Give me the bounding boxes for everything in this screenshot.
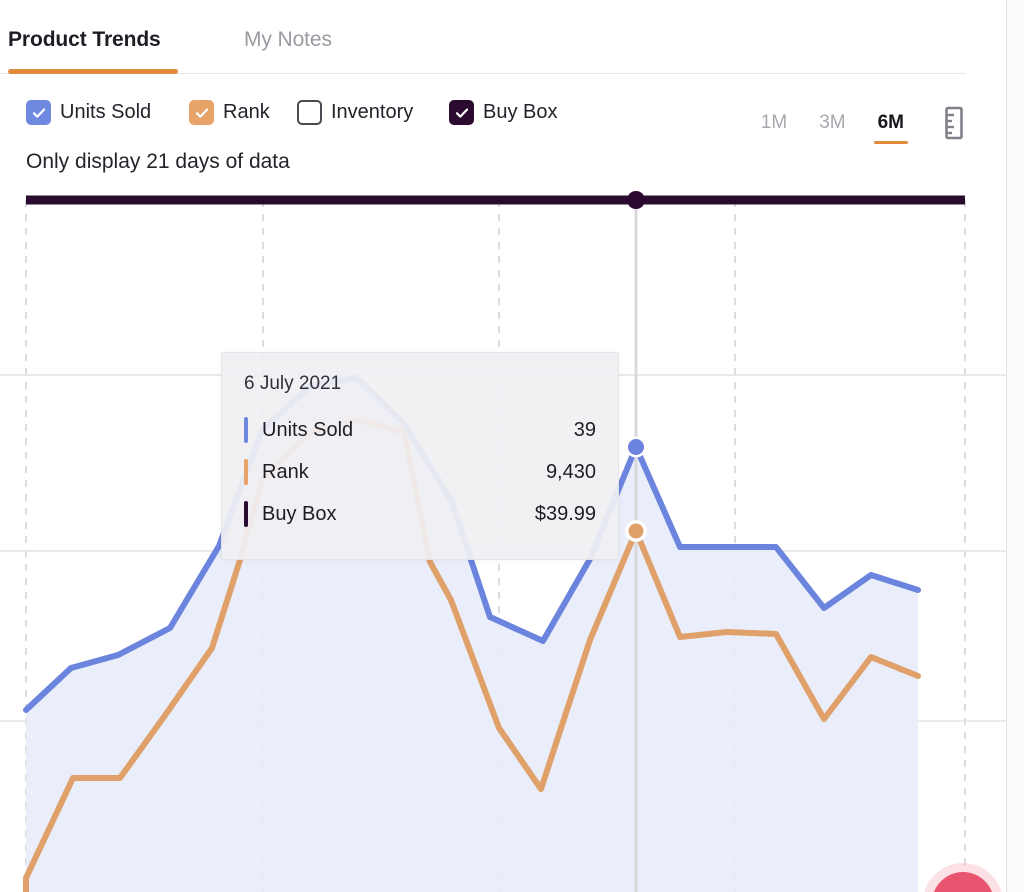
ruler-icon[interactable] <box>942 106 966 140</box>
legend-item-units-sold[interactable]: Units Sold <box>26 100 151 125</box>
series-legend: Units Sold Rank Inventory Buy Box 1M 3M … <box>0 100 1006 142</box>
legend-label-inventory: Inventory <box>331 101 413 124</box>
tooltip-swatch-buy-box <box>244 501 248 527</box>
tooltip-label-rank: Rank <box>262 461 309 484</box>
checkbox-checked-icon[interactable] <box>449 100 474 125</box>
tooltip-label-units-sold: Units Sold <box>262 419 353 442</box>
tooltip-value-rank: 9,430 <box>546 461 596 484</box>
vertical-scrollbar[interactable] <box>1006 0 1024 892</box>
rank-hover-marker <box>629 524 644 539</box>
legend-label-buy-box: Buy Box <box>483 101 557 124</box>
range-button-1m[interactable]: 1M <box>745 112 803 134</box>
time-range-selector: 1M 3M 6M <box>745 106 966 140</box>
tooltip-row-buy-box: Buy Box $39.99 <box>244 493 596 535</box>
range-button-3m[interactable]: 3M <box>803 112 861 134</box>
tab-product-trends[interactable]: Product Trends <box>8 28 161 52</box>
tooltip-row-units-sold: Units Sold 39 <box>244 409 596 451</box>
product-trends-page: Product Trends My Notes Units Sold Rank … <box>0 0 1024 892</box>
tooltip-label-buy-box: Buy Box <box>262 503 336 526</box>
days-of-data-note: Only display 21 days of data <box>26 150 290 174</box>
tooltip-swatch-units-sold <box>244 417 248 443</box>
tooltip-value-units-sold: 39 <box>574 419 596 442</box>
tab-active-indicator <box>8 69 178 74</box>
tooltip-row-rank: Rank 9,430 <box>244 451 596 493</box>
legend-item-rank[interactable]: Rank <box>189 100 270 125</box>
units-sold-hover-marker <box>628 439 644 455</box>
checkbox-unchecked-icon[interactable] <box>297 100 322 125</box>
legend-label-units-sold: Units Sold <box>60 101 151 124</box>
tab-bar: Product Trends My Notes <box>0 0 966 74</box>
tab-my-notes[interactable]: My Notes <box>244 28 332 52</box>
checkbox-checked-icon[interactable] <box>26 100 51 125</box>
legend-item-inventory[interactable]: Inventory <box>297 100 413 125</box>
buy-box-hover-marker <box>627 191 645 209</box>
checkbox-checked-icon[interactable] <box>189 100 214 125</box>
legend-label-rank: Rank <box>223 101 270 124</box>
tooltip-swatch-rank <box>244 459 248 485</box>
chart-tooltip: 6 July 2021 Units Sold 39 Rank 9,430 Buy… <box>221 352 619 560</box>
range-button-6m[interactable]: 6M <box>862 112 920 134</box>
legend-item-buy-box[interactable]: Buy Box <box>449 100 557 125</box>
tooltip-date: 6 July 2021 <box>244 373 596 395</box>
tooltip-value-buy-box: $39.99 <box>535 503 596 526</box>
